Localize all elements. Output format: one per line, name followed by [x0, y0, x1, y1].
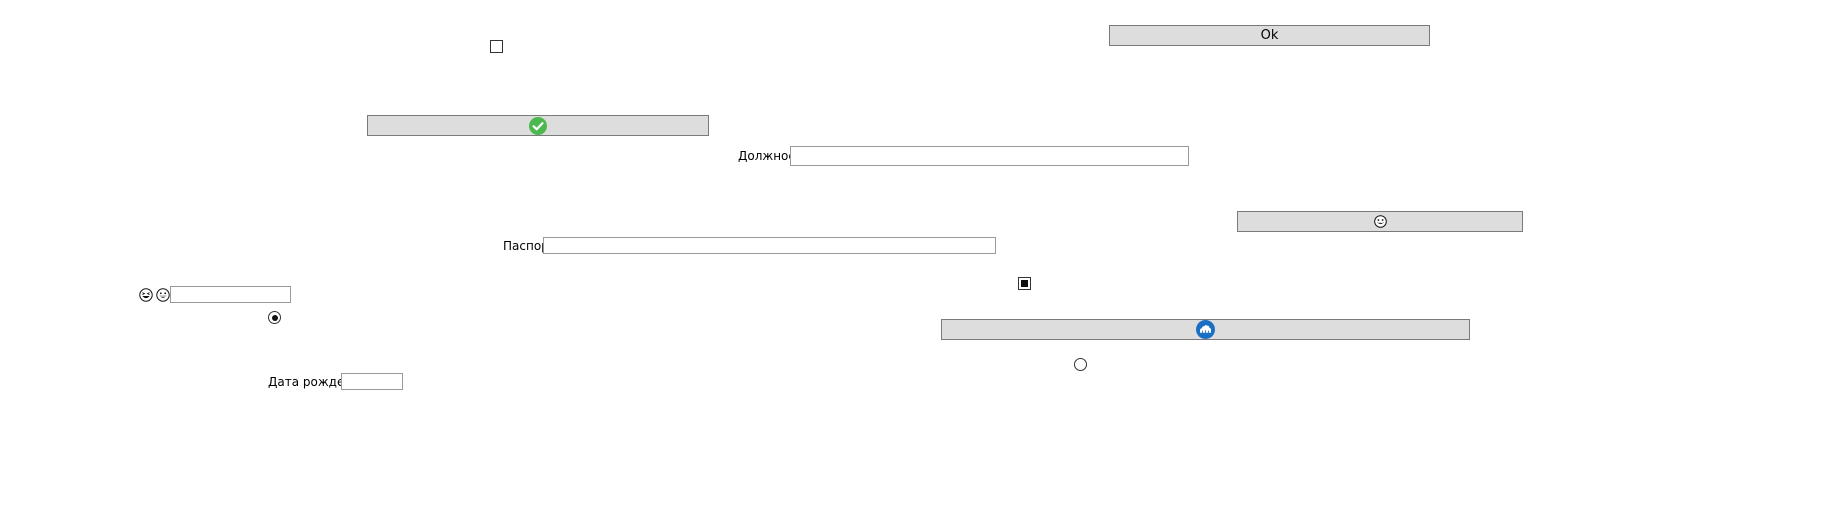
radio-right[interactable] — [1074, 358, 1087, 371]
grinning-face-icon — [1373, 215, 1387, 228]
confirm-button[interactable] — [367, 115, 709, 136]
emoji-button[interactable] — [1237, 211, 1523, 232]
cloud-button[interactable] — [941, 319, 1470, 340]
checkbox-middle[interactable] — [1018, 277, 1031, 290]
ok-button[interactable]: Ok — [1109, 25, 1430, 46]
grinning-face-icon — [156, 288, 170, 302]
passport-field[interactable] — [543, 237, 996, 254]
cloud-icon — [1196, 320, 1215, 339]
ok-button-label: Ok — [1260, 28, 1279, 43]
emoji-field[interactable] — [170, 286, 291, 303]
checkbox-top[interactable] — [490, 40, 503, 53]
radio-left[interactable] — [268, 311, 281, 324]
grinning-squint-face-icon — [139, 288, 153, 302]
check-circle-icon — [529, 116, 547, 135]
position-field[interactable] — [790, 146, 1189, 166]
birth-date-field[interactable] — [341, 373, 403, 390]
